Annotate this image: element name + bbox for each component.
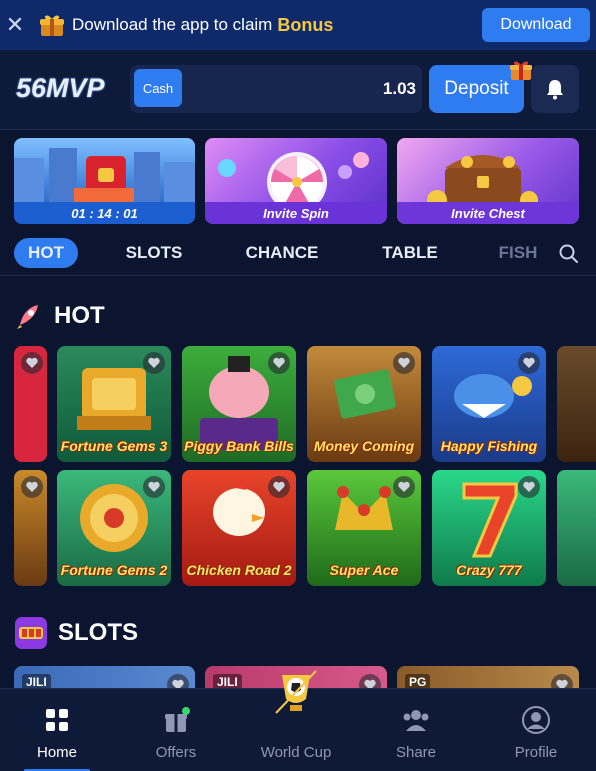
bottom-nav: Home Offers World Cup Share Profile bbox=[0, 670, 596, 771]
wallet-balance[interactable]: Cash 1.03 bbox=[130, 65, 422, 113]
game-name: Piggy Bank Bills bbox=[184, 438, 294, 454]
tab-chance[interactable]: CHANCE bbox=[232, 238, 332, 268]
nav-home-label: Home bbox=[36, 744, 77, 761]
gift-box-icon bbox=[161, 705, 191, 735]
favorite-heart-icon[interactable] bbox=[518, 476, 540, 498]
close-icon[interactable]: ✕ bbox=[2, 12, 28, 38]
tab-table[interactable]: TABLE bbox=[370, 238, 450, 268]
promo-chest-label: Invite Chest bbox=[397, 202, 579, 224]
nav-share-label: Share bbox=[395, 744, 437, 761]
game-name: Crazy 777 bbox=[456, 562, 522, 578]
favorite-heart-icon[interactable] bbox=[21, 352, 43, 374]
home-grid-icon bbox=[42, 705, 72, 735]
tab-slots[interactable]: SLOTS bbox=[114, 238, 194, 268]
nav-share[interactable]: Share bbox=[361, 689, 471, 771]
people-icon bbox=[401, 705, 431, 735]
bonus-text: Bonus bbox=[277, 14, 334, 35]
game-name: Fortune Gems 2 bbox=[60, 562, 168, 578]
banner-text: Download the app to claim bbox=[72, 15, 273, 34]
game-name: Fortune Gems 3 bbox=[60, 438, 168, 454]
logo[interactable]: 56MVP bbox=[16, 73, 105, 104]
game-name: Super Ace bbox=[329, 562, 399, 578]
favorite-heart-icon[interactable] bbox=[268, 352, 290, 374]
promo-invite-spin[interactable]: Invite Spin bbox=[205, 138, 387, 224]
nav-home[interactable]: Home bbox=[2, 689, 112, 771]
promo-invite-chest[interactable]: Invite Chest bbox=[397, 138, 579, 224]
game-tile[interactable]: Money Coming bbox=[307, 346, 421, 462]
slot-machine-icon bbox=[14, 616, 48, 650]
game-name: Happy Fishing bbox=[440, 438, 538, 454]
game-tile[interactable]: Happy Fishing bbox=[432, 346, 546, 462]
search-icon[interactable] bbox=[556, 241, 582, 267]
download-banner: ✕ Download the app to claim Bonus Downlo… bbox=[0, 0, 596, 50]
game-tile[interactable]: Super Ace bbox=[307, 470, 421, 586]
game-tile[interactable]: Crazy 777 bbox=[432, 470, 546, 586]
slots-title: SLOTS bbox=[58, 619, 139, 646]
hot-title: HOT bbox=[54, 302, 105, 329]
game-tile-partial-left[interactable] bbox=[14, 470, 47, 586]
app-page: ✕ Download the app to claim Bonus Downlo… bbox=[0, 0, 596, 771]
nav-world-cup[interactable]: World Cup bbox=[241, 670, 351, 771]
game-tile[interactable]: Chicken Road 2 bbox=[182, 470, 296, 586]
nav-profile-label: Profile bbox=[514, 744, 558, 761]
favorite-heart-icon[interactable] bbox=[393, 476, 415, 498]
game-tile-partial-right[interactable] bbox=[557, 470, 596, 586]
favorite-heart-icon[interactable] bbox=[143, 476, 165, 498]
game-tile-partial-right[interactable] bbox=[557, 346, 596, 462]
game-name: Chicken Road 2 bbox=[186, 562, 292, 578]
nav-offers[interactable]: Offers bbox=[121, 689, 231, 771]
gift-icon bbox=[38, 12, 66, 38]
favorite-heart-icon[interactable] bbox=[393, 352, 415, 374]
promo-spin-label: Invite Spin bbox=[205, 202, 387, 224]
world-cup-trophy-icon bbox=[268, 665, 324, 721]
download-button[interactable]: Download bbox=[482, 8, 590, 42]
slots-section-title: SLOTS bbox=[14, 616, 138, 650]
game-tile-partial-left[interactable] bbox=[14, 346, 47, 462]
profile-avatar-icon bbox=[521, 705, 551, 735]
game-tile[interactable]: Fortune Gems 2 bbox=[57, 470, 171, 586]
tab-fish[interactable]: FISH bbox=[488, 238, 548, 268]
notification-button[interactable] bbox=[531, 65, 579, 113]
nav-world-cup-label: World Cup bbox=[260, 744, 332, 761]
hot-section-title: HOT bbox=[14, 299, 105, 333]
game-tile[interactable]: Piggy Bank Bills bbox=[182, 346, 296, 462]
bell-icon bbox=[547, 80, 563, 100]
game-name: Money Coming bbox=[313, 438, 415, 454]
top-header: 56MVP Cash 1.03 Deposit bbox=[0, 50, 596, 130]
promo-timer: 01 : 14 : 01 bbox=[14, 202, 195, 224]
favorite-heart-icon[interactable] bbox=[143, 352, 165, 374]
rocket-icon bbox=[14, 301, 44, 331]
promo-timer-card[interactable]: 01 : 14 : 01 bbox=[14, 138, 195, 224]
deposit-label: Deposit bbox=[444, 78, 509, 99]
cash-label: Cash bbox=[134, 69, 182, 107]
nav-profile[interactable]: Profile bbox=[481, 689, 591, 771]
game-tile[interactable]: Fortune Gems 3 bbox=[57, 346, 171, 462]
balance-value: 1.03 bbox=[382, 79, 416, 98]
category-tabs: HOT SLOTS CHANCE TABLE FISH bbox=[0, 232, 596, 276]
favorite-heart-icon[interactable] bbox=[21, 476, 43, 498]
deposit-button[interactable]: Deposit bbox=[429, 61, 532, 113]
favorite-heart-icon[interactable] bbox=[518, 352, 540, 374]
tab-hot[interactable]: HOT bbox=[14, 238, 78, 268]
favorite-heart-icon[interactable] bbox=[268, 476, 290, 498]
nav-offers-label: Offers bbox=[155, 744, 197, 761]
